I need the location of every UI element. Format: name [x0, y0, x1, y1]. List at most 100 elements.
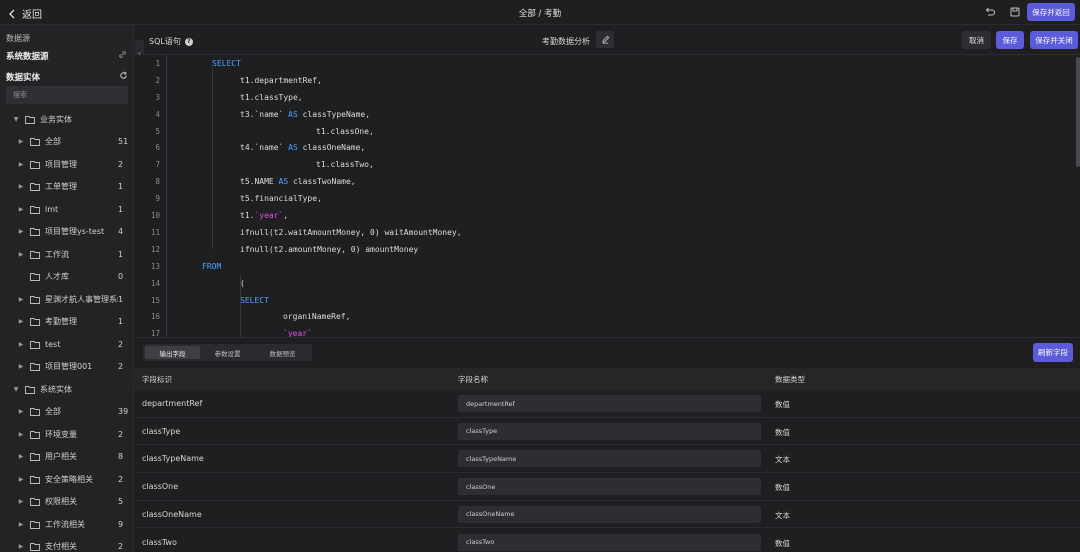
sql-identifier: `year`	[254, 211, 284, 221]
output-tab[interactable]: 参数设置	[200, 346, 255, 359]
output-tab[interactable]: 输出字段	[145, 346, 200, 359]
tree-item[interactable]: ▶ 用户相关 8	[0, 446, 133, 469]
field-type[interactable]: 数值	[775, 482, 790, 493]
save-and-return-button[interactable]: 保存并返回	[1027, 3, 1075, 21]
tree-item[interactable]: ▶ 工作流 1	[0, 243, 133, 266]
tree-item[interactable]: ▶ 工作流相关 9	[0, 513, 133, 536]
code-token: t3.`name`	[240, 109, 289, 119]
output-tab[interactable]: 数据预览	[255, 346, 310, 359]
field-name-input[interactable]: classTwo	[458, 533, 761, 551]
field-name-input[interactable]: departmentRef	[458, 395, 761, 412]
line-number: 1	[155, 58, 160, 68]
entity-search-input[interactable]: 搜索	[6, 86, 128, 104]
tree-item[interactable]: ▶ 项目管理ys-test 4	[0, 221, 133, 244]
tree-item-count: 1	[118, 317, 124, 327]
tree-item[interactable]: ▶ 考勤管理 1	[0, 311, 133, 334]
help-icon[interactable]: ?	[184, 37, 193, 46]
caret-right-icon: ▶	[18, 205, 24, 213]
tree-item[interactable]: ▶ 项目管理001 2	[0, 356, 133, 379]
top-bar: 返回 全部 / 考勤 保存并返回	[0, 0, 1080, 25]
tree-item-label: 全部	[45, 407, 61, 417]
code-token: t5.NAME	[240, 177, 279, 187]
tree-item-count: 1	[118, 182, 124, 192]
code-text: t1.departmentRef,	[240, 76, 322, 85]
tree-item-count: 2	[118, 362, 124, 372]
folder-icon	[25, 115, 35, 124]
tree-group-label: 系统实体	[40, 384, 72, 394]
tree-item-label: 全部	[45, 137, 61, 147]
back-button[interactable]: 返回	[8, 6, 42, 21]
caret-right-icon: ▶	[18, 138, 24, 146]
link-icon[interactable]	[118, 50, 127, 59]
tree-item-count: 2	[118, 542, 124, 552]
line-number: 2	[155, 75, 160, 85]
tree-item[interactable]: ▶ 环境变量 2	[0, 423, 133, 446]
code-line: 1 SELECT	[135, 55, 1080, 72]
line-number: 5	[155, 126, 160, 136]
sidebar: 数据源 系统数据源 数据实体 搜索 ▼ 业务实体 ▶ 全部 51 ▶ 项目管理 2 ▶ 工单管理 1…	[0, 25, 134, 552]
code-token: classTwoName,	[288, 177, 356, 187]
tree-item-count: 8	[118, 452, 124, 462]
caret-down-icon: ▼	[13, 385, 19, 393]
tree-item-count: 2	[118, 339, 124, 349]
tree-item-label: 工单管理	[45, 182, 77, 192]
tree-item-count: 2	[118, 474, 124, 484]
cancel-button[interactable]: 取消	[962, 31, 991, 49]
tree-item[interactable]: ▶ 权限相关 5	[0, 491, 133, 514]
field-id: classTwo	[142, 537, 177, 547]
field-type[interactable]: 文本	[775, 510, 790, 521]
tree-item[interactable]: ▶ 全部 39	[0, 401, 133, 424]
tree-item[interactable]: ▶ 安全策略相关 2	[0, 468, 133, 491]
line-number: 17	[150, 329, 160, 337]
code-token: t1.classOne,	[316, 126, 374, 136]
caret-right-icon: ▶	[18, 250, 24, 258]
tree-item[interactable]: ▶ 星渊才航人事管理系统 1	[0, 288, 133, 311]
datasource-label: 数据源	[6, 34, 30, 43]
refresh-icon[interactable]	[119, 71, 128, 80]
folder-icon	[25, 385, 35, 394]
chevron-left-icon	[9, 9, 15, 18]
edit-name-button[interactable]	[596, 31, 614, 48]
field-name-input[interactable]: classOneName	[458, 505, 761, 523]
undo-icon[interactable]	[984, 6, 996, 18]
back-label: 返回	[22, 10, 42, 21]
code-line: 9 t5.financialType,	[135, 190, 1080, 207]
tree-item[interactable]: ▶ 全部 51	[0, 131, 133, 154]
line-number: 3	[155, 92, 160, 102]
code-token: t4.`name`	[240, 143, 289, 153]
field-type[interactable]: 文本	[775, 454, 790, 465]
tree-item-count: 9	[118, 519, 124, 529]
save-button[interactable]: 保存	[996, 31, 1024, 49]
entity-section-title: 数据实体	[6, 73, 41, 83]
field-type[interactable]: 数值	[775, 427, 790, 438]
code-text: t5.NAME AS classTwoName,	[240, 177, 356, 186]
tree-item-label: 支付相关	[45, 542, 77, 552]
save-icon[interactable]	[1009, 6, 1021, 18]
tree-item[interactable]: ▶ 工单管理 1	[0, 176, 133, 199]
code-line: 17 `year`	[135, 325, 1080, 337]
folder-icon	[30, 475, 40, 484]
tree-group[interactable]: ▼ 系统实体	[0, 378, 133, 401]
field-type[interactable]: 数值	[775, 399, 790, 410]
field-name-input[interactable]: classType	[458, 422, 761, 440]
folder-icon	[30, 520, 40, 529]
field-name-input[interactable]: classTypeName	[458, 450, 761, 468]
tree-item[interactable]: ▶ test 2	[0, 333, 133, 356]
sql-editor[interactable]: 1 SELECT 2 t1.departmentRef, 3 t1.classType, 4…	[135, 55, 1080, 337]
datasource-name[interactable]: 系统数据源	[6, 50, 49, 62]
save-and-close-button[interactable]: 保存并关闭	[1030, 31, 1078, 49]
tree-item[interactable]: ▶ 项目管理 2	[0, 153, 133, 176]
tree-group[interactable]: ▼ 业务实体	[0, 108, 133, 131]
folder-icon	[30, 295, 40, 304]
field-name-input[interactable]: classOne	[458, 478, 761, 496]
sql-keyword: SELECT	[212, 58, 241, 68]
tree-item[interactable]: 人才库 0	[0, 266, 133, 289]
tree-item[interactable]: ▶ lmt 1	[0, 198, 133, 221]
tree-item[interactable]: ▶ 支付相关 2	[0, 536, 133, 552]
column-header-name: 字段名称	[458, 374, 488, 384]
field-id: classType	[142, 426, 181, 436]
refresh-fields-button[interactable]: 刷新字段	[1033, 343, 1073, 362]
tree-item-count: 1	[118, 204, 124, 214]
field-type[interactable]: 数值	[775, 538, 790, 549]
indent-guide	[166, 55, 167, 337]
